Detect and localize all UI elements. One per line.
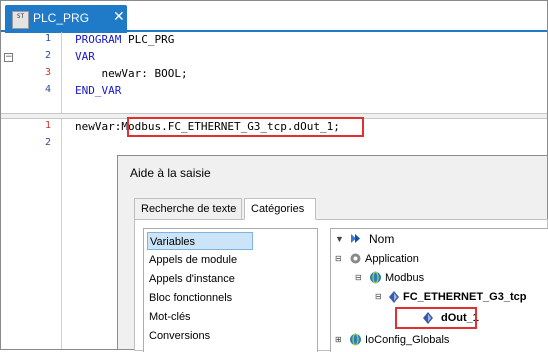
tab-categories[interactable]: Catégories [244, 198, 316, 220]
tree-node-label: IoConfig_Globals [365, 334, 450, 346]
minus-icon[interactable]: ⊟ [335, 250, 342, 268]
variable-tree: ▼ Nom ⊟ Application ⊟ Modbus ⊟ FC_ETHERN… [330, 228, 548, 352]
close-icon[interactable]: ✕ [113, 10, 125, 24]
sort-icon [351, 234, 360, 243]
highlight-box [395, 307, 477, 329]
code-line: 1 PROGRAM PLC_PRG [1, 33, 547, 50]
line-number: 1 [44, 120, 51, 131]
globe-icon [350, 333, 361, 346]
category-item-variables[interactable]: Variables [147, 232, 253, 250]
tab-bar: ST PLC_PRG ✕ [1, 1, 547, 33]
code-line: 4 END_VAR [1, 84, 547, 101]
dialog-title: Aide à la saisie [130, 166, 211, 180]
line-number: 1 [44, 33, 51, 44]
minus-icon[interactable]: ⊟ [375, 288, 382, 306]
tab-text-search[interactable]: Recherche de texte : [134, 198, 242, 235]
variable-icon [389, 291, 399, 303]
keyword: END_VAR [75, 84, 122, 97]
code-line: 3 newVar: BOOL; [1, 67, 547, 84]
collapse-arrow-icon: ▼ [335, 234, 344, 244]
tree-node-label: Modbus [385, 272, 425, 284]
code-line: 2 [1, 137, 547, 154]
input-assistant-dialog: Aide à la saisie Recherche de texte : Ca… [117, 155, 548, 352]
collapse-icon[interactable]: − [4, 53, 13, 62]
category-list: Variables Appels de module Appels d'inst… [143, 228, 318, 352]
line-number: 4 [44, 84, 51, 95]
tab-label: PLC_PRG [33, 11, 90, 25]
code-text: newVar: BOOL; [75, 67, 188, 80]
line-number: 3 [44, 67, 51, 78]
category-item-instance-calls[interactable]: Appels d'instance [147, 270, 314, 288]
category-item-function-blocks[interactable]: Bloc fonctionnels [147, 289, 314, 307]
category-item-conversions[interactable]: Conversions [147, 327, 314, 345]
minus-icon[interactable]: ⊟ [355, 269, 362, 287]
keyword: VAR [75, 50, 95, 63]
highlight-box [127, 117, 364, 137]
code-text: PLC_PRG [121, 33, 175, 46]
gear-icon [350, 253, 361, 264]
tree-node-label: Application [365, 253, 419, 265]
st-document-icon: ST [12, 11, 29, 29]
globe-icon [370, 271, 381, 284]
category-item-keywords[interactable]: Mot-clés [147, 308, 314, 326]
name-column-header: Nom [369, 232, 395, 246]
code-line: 2 VAR [1, 50, 547, 67]
code-text: newVar: [75, 120, 122, 133]
tree-node-label: FC_ETHERNET_G3_tcp [403, 291, 527, 303]
line-number: 2 [44, 137, 51, 148]
declaration-editor[interactable]: 1 PROGRAM PLC_PRG 2 VAR 3 newVar: BOOL; … [1, 32, 547, 113]
keyword: PROGRAM [75, 33, 122, 46]
tab-plc-prg[interactable]: ST PLC_PRG ✕ [5, 5, 127, 33]
dialog-body: Variables Appels de module Appels d'inst… [134, 219, 548, 352]
plus-icon[interactable]: ⊞ [335, 331, 342, 349]
category-item-module-calls[interactable]: Appels de module [147, 251, 314, 269]
